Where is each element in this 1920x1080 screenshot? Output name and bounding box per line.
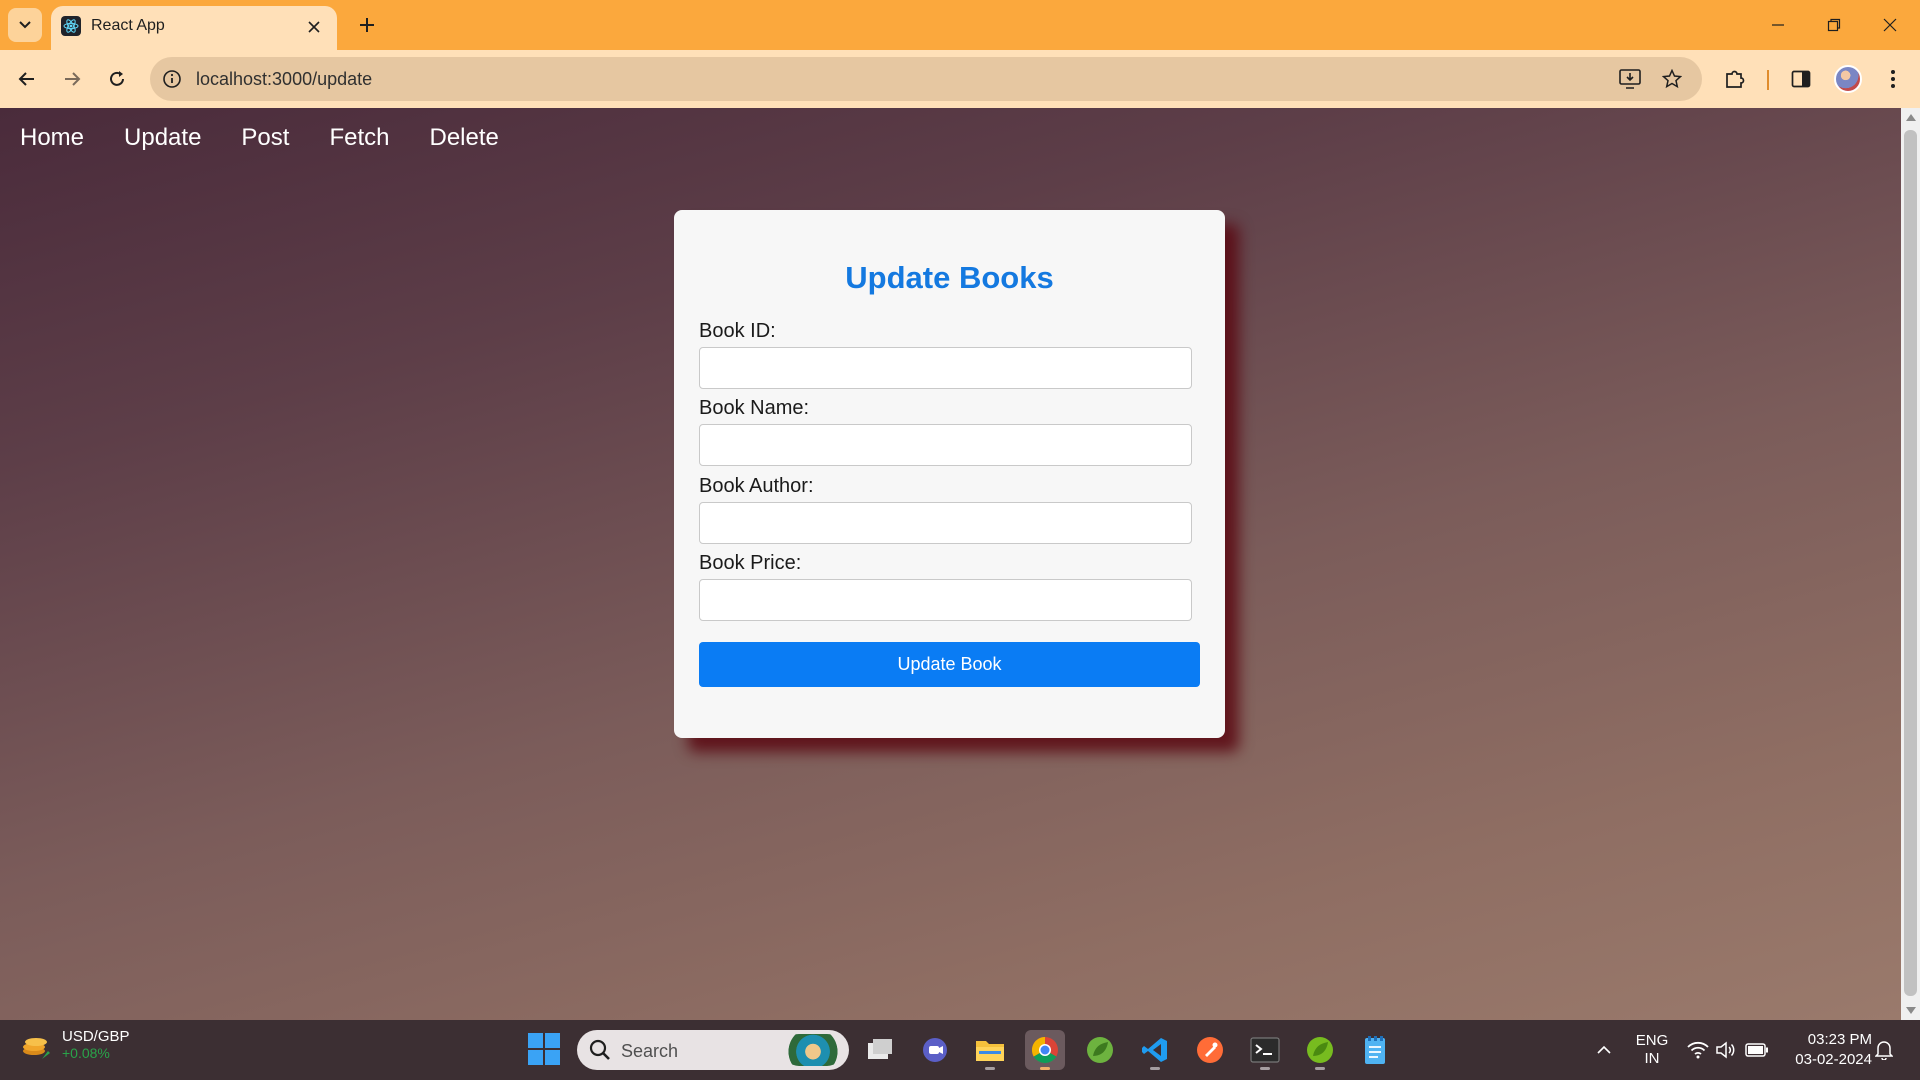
arrow-left-icon [18, 72, 34, 86]
search-highlight-image [783, 1034, 843, 1066]
search-icon [589, 1039, 610, 1060]
chrome-icon[interactable] [1025, 1030, 1065, 1070]
form-title: Update Books [845, 260, 1054, 295]
folder-icon[interactable] [970, 1030, 1010, 1070]
book-name-input[interactable] [699, 424, 1192, 466]
puzzle-icon [1726, 70, 1745, 88]
book-price-label: Book Price: [699, 552, 802, 574]
clock-time: 03:23 PM [1807, 1031, 1872, 1048]
toolbar-divider [1767, 70, 1769, 90]
windows-start-icon[interactable] [528, 1033, 560, 1065]
teams-chat-icon[interactable] [915, 1030, 955, 1070]
tab-search-button[interactable] [8, 8, 42, 42]
browser-tabbar: React App [0, 0, 1920, 50]
show-hidden-icons-button[interactable] [1592, 1038, 1616, 1062]
side-panel-button[interactable] [1784, 62, 1818, 96]
update-book-button[interactable]: Update Book [699, 642, 1200, 687]
widget-change: +0.08% [62, 1045, 110, 1061]
task-view-icon[interactable] [860, 1030, 900, 1070]
nav-post[interactable]: Post [241, 124, 289, 152]
nav-delete[interactable]: Delete [429, 124, 498, 152]
site-info-icon[interactable] [160, 67, 184, 91]
address-bar[interactable]: localhost:3000/update [150, 57, 1702, 101]
running-indicator [985, 1067, 995, 1070]
terminal-icon[interactable] [1245, 1030, 1285, 1070]
close-window-button[interactable] [1862, 0, 1918, 50]
react-icon [61, 16, 81, 36]
scroll-thumb[interactable] [1904, 130, 1917, 996]
book-name-label: Book Name: [699, 397, 810, 419]
forward-button[interactable] [55, 62, 89, 96]
widget-title: USD/GBP [62, 1028, 130, 1045]
book-author-label: Book Author: [699, 475, 814, 497]
tab-title: React App [91, 17, 165, 34]
bookmark-star-icon[interactable] [1660, 67, 1684, 91]
search-placeholder: Search [621, 1041, 679, 1061]
chevron-down-icon [19, 21, 31, 29]
tab-close-button[interactable] [301, 14, 327, 40]
update-book-form: Update Books Book ID: Book Name: Book Au… [674, 210, 1225, 738]
url-text: localhost:3000/update [196, 69, 373, 89]
lang-line2: IN [1644, 1050, 1660, 1067]
extensions-button[interactable] [1718, 62, 1752, 96]
postman-icon[interactable] [1190, 1030, 1230, 1070]
currency-widget[interactable]: USD/GBP +0.08% [20, 1028, 130, 1061]
spring-tool-icon[interactable] [1080, 1030, 1120, 1070]
close-icon [308, 21, 320, 33]
browser-toolbar: localhost:3000/update [0, 50, 1920, 108]
arrow-right-icon [65, 72, 81, 86]
nav-fetch[interactable]: Fetch [329, 124, 389, 152]
coins-icon [20, 1029, 52, 1061]
vscode-icon[interactable] [1135, 1030, 1175, 1070]
close-icon [1883, 18, 1897, 32]
battery-icon[interactable] [1745, 1038, 1769, 1062]
windows-taskbar: USD/GBP +0.08% Search ENG IN 03:23 PM 03… [0, 1020, 1920, 1080]
side-panel-icon [1791, 70, 1811, 88]
bell-icon[interactable] [1872, 1038, 1896, 1062]
scroll-down-arrow[interactable] [1906, 1007, 1916, 1014]
lang-line1: ENG [1635, 1032, 1669, 1049]
more-vertical-icon [1891, 70, 1895, 88]
clock-date: 03-02-2024 [1795, 1051, 1872, 1068]
app-navbar: Home Update Post Fetch Delete [20, 124, 499, 152]
notepad-icon[interactable] [1355, 1030, 1395, 1070]
nav-home[interactable]: Home [20, 124, 84, 152]
taskbar-search[interactable]: Search [577, 1030, 849, 1070]
book-price-input[interactable] [699, 579, 1192, 621]
browser-tab-active[interactable]: React App [51, 6, 337, 50]
reload-icon [110, 71, 124, 86]
book-id-label: Book ID: [699, 320, 776, 342]
new-tab-button[interactable] [350, 8, 384, 42]
reload-button[interactable] [100, 62, 134, 96]
system-clock[interactable]: 03:23 PM 03-02-2024 [1782, 1030, 1872, 1070]
running-indicator [1150, 1067, 1160, 1070]
book-id-input[interactable] [699, 347, 1192, 389]
back-button[interactable] [10, 62, 44, 96]
profile-avatar[interactable] [1834, 65, 1862, 93]
running-indicator [1040, 1067, 1050, 1070]
input-language[interactable]: ENG IN [1630, 1032, 1674, 1068]
running-indicator [1315, 1067, 1325, 1070]
minimize-button[interactable] [1750, 0, 1806, 50]
restore-button[interactable] [1806, 0, 1862, 50]
wifi-icon[interactable] [1686, 1038, 1710, 1062]
running-indicator [1260, 1067, 1270, 1070]
chevron-up-icon [1597, 1045, 1611, 1054]
browser-menu-button[interactable] [1876, 62, 1910, 96]
minimize-icon [1772, 24, 1784, 26]
install-app-icon[interactable] [1618, 67, 1642, 91]
nav-update[interactable]: Update [124, 124, 201, 152]
scroll-up-arrow[interactable] [1906, 114, 1916, 121]
page-viewport: Home Update Post Fetch Delete Update Boo… [0, 108, 1920, 1020]
volume-icon[interactable] [1714, 1038, 1738, 1062]
restore-icon [1827, 18, 1841, 32]
book-author-input[interactable] [699, 502, 1192, 544]
plus-icon [360, 18, 374, 32]
page-scrollbar[interactable] [1901, 108, 1920, 1020]
spring-boot-icon[interactable] [1300, 1030, 1340, 1070]
